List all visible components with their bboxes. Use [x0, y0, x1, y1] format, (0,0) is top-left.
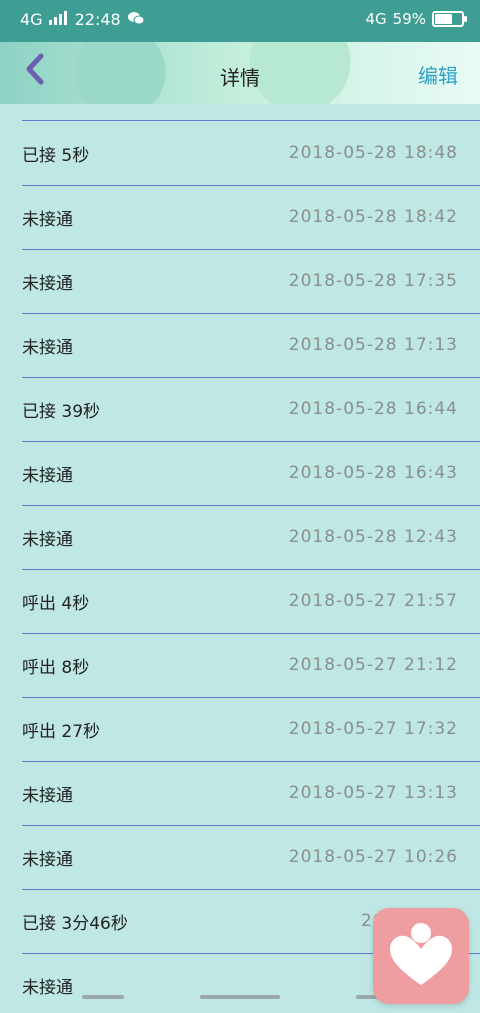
call-status: 呼出 4秒: [22, 593, 90, 614]
call-status: 未接通: [22, 273, 73, 294]
call-time: 2018-05-28 16:43: [288, 463, 458, 483]
call-row[interactable]: 已接 39秒 2018-05-28 16:44: [22, 377, 480, 442]
wechat-icon: [127, 10, 145, 29]
call-row[interactable]: 呼出 27秒 2018-05-27 17:32: [22, 697, 480, 762]
network-label-right: 4G: [365, 10, 387, 28]
call-status: 未接通: [22, 785, 73, 806]
call-row[interactable]: 未接通 2018-05-28 18:42: [22, 185, 480, 250]
call-status: 已接 5秒: [22, 145, 90, 166]
call-row[interactable]: 呼出 8秒 2018-05-27 21:12: [22, 633, 480, 698]
call-time: 2018-05-28 17:35: [288, 271, 458, 291]
call-time: 2018-05-28 16:44: [288, 399, 458, 419]
call-row[interactable]: 未接通 2018-05-28 17:13: [22, 313, 480, 378]
call-time: 2018-05-27 13:13: [288, 783, 458, 803]
edit-button[interactable]: 编辑: [418, 60, 458, 89]
network-label-left: 4G: [20, 10, 43, 29]
call-row[interactable]: 未接通 2018-05-28 16:43: [22, 441, 480, 506]
battery-percent: 59%: [392, 10, 426, 28]
call-row[interactable]: 未接通 2018-05-27 10:26: [22, 825, 480, 890]
call-status: 呼出 8秒: [22, 657, 90, 678]
call-status: 未接通: [22, 209, 73, 230]
call-time: 2018-05-27 21:57: [288, 591, 458, 611]
call-time: 2018-05-27 17:32: [288, 719, 458, 739]
call-time: 2018-05-28 18:42: [288, 207, 458, 227]
page-title: 详情: [220, 66, 260, 90]
call-list: 已接 5秒 2018-05-28 18:48 未接通 2018-05-28 18…: [0, 104, 480, 1013]
call-status: 呼出 27秒: [22, 721, 101, 742]
nav-bar: 详情 编辑: [0, 42, 480, 104]
call-time: 2018-05-27 21:12: [288, 655, 458, 675]
status-bar: 4G 22:48 4G 59%: [0, 0, 480, 42]
call-status: 未接通: [22, 337, 73, 358]
battery-icon: [432, 11, 467, 27]
call-status: 已接 3分46秒: [22, 913, 128, 934]
call-row[interactable]: 未接通 2018-05-28 12:43: [22, 505, 480, 570]
call-time: 2018-05-27 10:26: [288, 847, 458, 867]
floating-app-button[interactable]: [373, 908, 469, 1004]
call-time: 2018-05-28 17:13: [288, 335, 458, 355]
clock: 22:48: [74, 10, 121, 29]
call-status: 未接通: [22, 465, 73, 486]
heart-person-icon: [388, 919, 454, 993]
call-time: 2018-05-28 18:48: [288, 143, 458, 163]
call-row[interactable]: 已接 5秒 2018-05-28 18:48: [22, 121, 480, 186]
status-left: 4G 22:48: [20, 10, 145, 29]
gesture-indicator: [82, 995, 124, 999]
status-right: 4G 59%: [365, 10, 467, 28]
gesture-indicator: [200, 995, 280, 999]
call-status: 已接 39秒: [22, 401, 101, 422]
call-status: 未接通: [22, 529, 73, 550]
call-row[interactable]: 呼出 4秒 2018-05-27 21:57: [22, 569, 480, 634]
call-row[interactable]: 未接通 2018-05-28 17:35: [22, 249, 480, 314]
call-time: 2018-05-28 12:43: [288, 527, 458, 547]
call-row[interactable]: 未接通 2018-05-27 13:13: [22, 761, 480, 826]
call-status: 未接通: [22, 977, 73, 998]
signal-icon: [48, 10, 69, 29]
call-status: 未接通: [22, 849, 73, 870]
